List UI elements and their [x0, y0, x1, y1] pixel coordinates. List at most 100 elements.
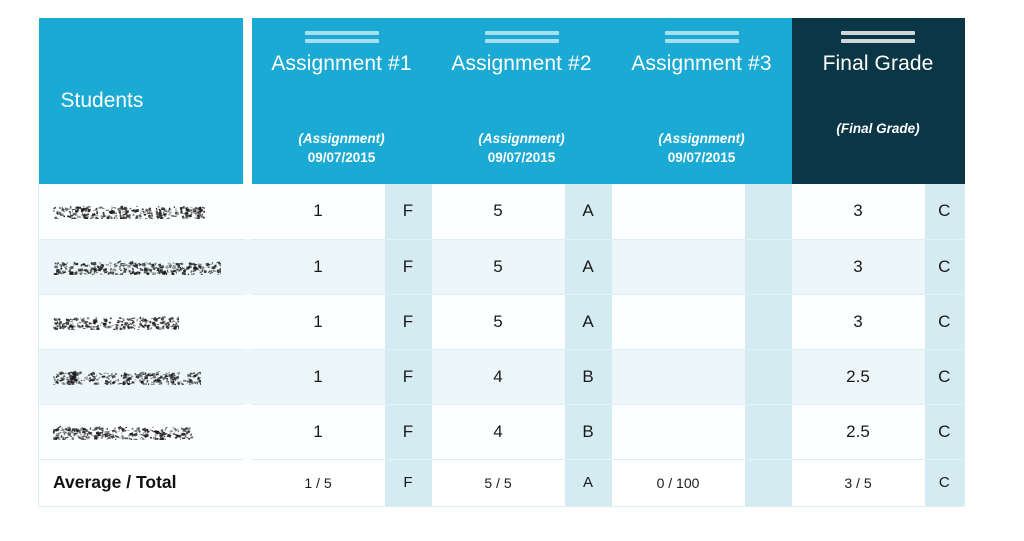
letter-grade-cell-assignment-2: A: [564, 239, 612, 295]
header-gutter: [242, 18, 252, 184]
redacted-name: [53, 259, 221, 275]
total-letter-assignment-3: [744, 459, 792, 507]
score-cell-final-grade[interactable]: 3: [791, 239, 925, 295]
column-type-label: (Assignment): [298, 131, 385, 146]
column-header-students-label: Students: [60, 89, 144, 112]
gradebook-table: Students Assignment #1 (Assignment) 09/0…: [38, 18, 966, 507]
column-header-assignment-1-meta: (Assignment) 09/07/2015: [298, 129, 384, 184]
score-cell-final-grade[interactable]: 3: [791, 294, 925, 350]
column-date-label: 09/07/2015: [307, 150, 376, 165]
column-header-assignment-3[interactable]: Assignment #3 (Assignment) 09/07/2015: [611, 18, 792, 184]
student-name-cell[interactable]: [38, 349, 243, 405]
redacted-name: [53, 370, 201, 385]
column-header-assignment-2[interactable]: Assignment #2 (Assignment) 09/07/2015: [431, 18, 612, 184]
column-type-label: (Assignment): [478, 131, 565, 146]
score-cell-assignment-3[interactable]: [611, 294, 745, 350]
column-header-assignment-2-label: Assignment #2: [451, 52, 592, 75]
letter-grade-cell-assignment-2: A: [564, 184, 612, 240]
header-row: Students Assignment #1 (Assignment) 09/0…: [38, 18, 965, 184]
letter-grade-cell-assignment-3: [744, 294, 792, 350]
table-row[interactable]: 1F5A 3C: [38, 294, 966, 350]
score-cell-assignment-2[interactable]: 5: [431, 184, 565, 240]
column-header-assignment-3-label: Assignment #3: [631, 52, 772, 75]
letter-grade-cell-assignment-2: B: [564, 404, 612, 460]
table-row[interactable]: 1F5A 3C: [38, 239, 966, 295]
student-name-cell[interactable]: [38, 184, 243, 240]
column-header-students[interactable]: Students: [38, 18, 243, 184]
total-score-assignment-2: 5 / 5: [431, 459, 565, 507]
column-header-final-grade-label: Final Grade: [822, 52, 934, 75]
letter-grade-cell-final-grade: C: [924, 294, 966, 350]
score-cell-assignment-1[interactable]: 1: [251, 404, 385, 460]
total-letter-assignment-1: F: [384, 459, 432, 507]
column-header-assignment-1-label: Assignment #1: [271, 52, 412, 75]
letter-grade-cell-assignment-1: F: [384, 294, 432, 350]
score-cell-assignment-1[interactable]: 1: [251, 239, 385, 295]
column-date-label: 09/07/2015: [667, 150, 736, 165]
column-header-final-grade-meta: (Final Grade): [836, 119, 919, 184]
redacted-name: [53, 315, 179, 330]
column-type-label: (Final Grade): [836, 121, 920, 136]
letter-grade-cell-assignment-3: [744, 184, 792, 240]
letter-grade-cell-assignment-2: B: [564, 349, 612, 405]
table-row[interactable]: 1 F 4 B 2.5 C: [38, 349, 966, 405]
score-cell-assignment-1[interactable]: 1: [251, 184, 385, 240]
column-gutter: [242, 459, 252, 507]
student-name-cell[interactable]: [38, 239, 243, 295]
table-header: Students Assignment #1 (Assignment) 09/0…: [38, 18, 965, 184]
letter-grade-cell-assignment-1: F: [384, 184, 432, 240]
score-cell-final-grade[interactable]: 3: [791, 184, 925, 240]
score-cell-assignment-3[interactable]: [611, 404, 745, 460]
total-score-assignment-3: 0 / 100: [611, 459, 745, 507]
score-cell-assignment-2[interactable]: 5: [431, 294, 565, 350]
column-type-label: (Assignment): [658, 131, 745, 146]
column-header-assignment-2-meta: (Assignment) 09/07/2015: [478, 129, 564, 184]
redacted-name: [53, 425, 193, 440]
column-header-assignment-3-meta: (Assignment) 09/07/2015: [658, 129, 744, 184]
column-gutter: [242, 239, 252, 294]
total-letter-assignment-2: A: [564, 459, 612, 507]
student-name-cell[interactable]: [38, 404, 243, 460]
score-cell-assignment-3[interactable]: [611, 184, 745, 240]
letter-grade-cell-final-grade: C: [924, 239, 966, 295]
letter-grade-cell-assignment-3: [744, 239, 792, 295]
letter-grade-cell-assignment-3: [744, 404, 792, 460]
column-header-assignment-1[interactable]: Assignment #1 (Assignment) 09/07/2015: [251, 18, 432, 184]
column-gutter: [242, 404, 252, 459]
total-letter-final-grade: C: [924, 459, 966, 507]
letter-grade-cell-assignment-1: F: [384, 349, 432, 405]
average-total-label: Average / Total: [38, 459, 243, 507]
table-body: 1 F 5 A 3 C 1 F 5 A 3 C 1 F 5 A 3 C 1 F 4 B 2.5 C 1 F 4 B 2.5 C Averag…: [38, 184, 966, 507]
drag-handle-icon[interactable]: [841, 31, 915, 43]
letter-grade-cell-assignment-1: F: [384, 239, 432, 295]
score-cell-assignment-2[interactable]: 5: [431, 239, 565, 295]
total-score-assignment-1: 1 / 5: [251, 459, 385, 507]
score-cell-assignment-1[interactable]: 1: [251, 349, 385, 405]
column-header-final-grade[interactable]: Final Grade (Final Grade): [791, 18, 965, 184]
score-cell-assignment-3[interactable]: [611, 349, 745, 405]
letter-grade-cell-final-grade: C: [924, 184, 966, 240]
letter-grade-cell-final-grade: C: [924, 404, 966, 460]
gradebook-table-container: Students Assignment #1 (Assignment) 09/0…: [38, 18, 966, 507]
score-cell-final-grade[interactable]: 2.5: [791, 404, 925, 460]
score-cell-assignment-1[interactable]: 1: [251, 294, 385, 350]
score-cell-assignment-3[interactable]: [611, 239, 745, 295]
column-gutter: [242, 294, 252, 349]
letter-grade-cell-assignment-2: A: [564, 294, 612, 350]
total-score-final-grade: 3 / 5: [791, 459, 925, 507]
redacted-name: [53, 204, 205, 220]
letter-grade-cell-assignment-3: [744, 349, 792, 405]
average-total-row: Average / Total 1 / 5F5 / 5A0 / 100 3 / 5C: [38, 459, 966, 507]
drag-handle-icon[interactable]: [484, 31, 559, 43]
letter-grade-cell-assignment-1: F: [384, 404, 432, 460]
score-cell-final-grade[interactable]: 2.5: [791, 349, 925, 405]
column-date-label: 09/07/2015: [487, 150, 556, 165]
score-cell-assignment-2[interactable]: 4: [431, 404, 565, 460]
table-row[interactable]: 1F5A 3C: [38, 184, 966, 240]
letter-grade-cell-final-grade: C: [924, 349, 966, 405]
drag-handle-icon[interactable]: [304, 31, 379, 43]
drag-handle-icon[interactable]: [664, 31, 739, 43]
table-row[interactable]: 1 F 4 B 2.5 C: [38, 404, 966, 460]
student-name-cell[interactable]: [38, 294, 243, 350]
score-cell-assignment-2[interactable]: 4: [431, 349, 565, 405]
